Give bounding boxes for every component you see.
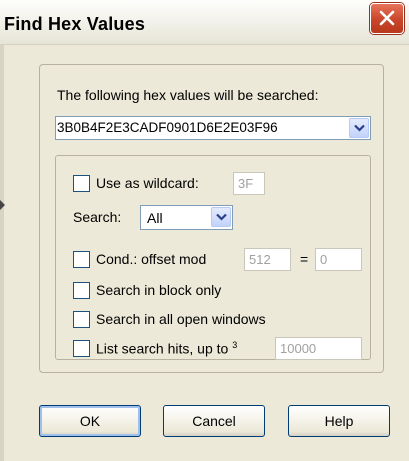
close-icon bbox=[379, 10, 395, 26]
hex-values-combobox[interactable]: 3B0B4F2E3CADF0901D6E2E03F96 bbox=[55, 116, 371, 140]
block-only-checkbox[interactable] bbox=[73, 282, 90, 299]
wildcard-checkbox[interactable] bbox=[73, 175, 90, 192]
help-button[interactable]: Help bbox=[288, 405, 390, 437]
hex-values-dropdown-button[interactable] bbox=[349, 118, 369, 138]
search-prompt-label: The following hex values will be searche… bbox=[57, 87, 319, 103]
chevron-down-icon bbox=[354, 124, 365, 132]
left-edge bbox=[0, 44, 4, 461]
wildcard-label: Use as wildcard: bbox=[96, 175, 199, 191]
close-button[interactable] bbox=[370, 3, 404, 34]
block-only-label: Search in block only bbox=[96, 282, 222, 298]
arrow-right-icon bbox=[0, 200, 5, 210]
ok-button[interactable]: OK bbox=[39, 405, 141, 437]
list-hits-superscript: 3 bbox=[232, 340, 238, 350]
wildcard-input[interactable]: 3F bbox=[233, 172, 265, 195]
hex-values-text[interactable]: 3B0B4F2E3CADF0901D6E2E03F96 bbox=[57, 120, 344, 135]
cancel-button[interactable]: Cancel bbox=[163, 405, 265, 437]
list-hits-label: List search hits, up to 3 bbox=[96, 340, 237, 357]
all-windows-checkbox[interactable] bbox=[73, 311, 90, 328]
chevron-down-icon bbox=[216, 213, 227, 221]
list-hits-limit-input[interactable]: 10000 bbox=[275, 337, 362, 360]
find-hex-values-dialog: Find Hex Values The following hex values… bbox=[0, 0, 409, 461]
offset-remainder-input[interactable]: 0 bbox=[315, 248, 362, 271]
search-mode-value: All bbox=[147, 210, 163, 226]
dialog-title: Find Hex Values bbox=[4, 14, 146, 34]
all-windows-label: Search in all open windows bbox=[96, 311, 266, 327]
cond-offset-checkbox[interactable] bbox=[73, 251, 90, 268]
list-hits-label-text: List search hits, up to bbox=[96, 340, 229, 357]
cond-offset-label: Cond.: offset mod bbox=[96, 251, 207, 267]
search-mode-label: Search: bbox=[73, 209, 122, 225]
offset-mod-input[interactable]: 512 bbox=[244, 248, 291, 271]
list-hits-checkbox[interactable] bbox=[73, 340, 90, 357]
search-mode-dropdown-button[interactable] bbox=[211, 207, 231, 227]
search-mode-select[interactable]: All bbox=[140, 205, 233, 230]
title-bar[interactable]: Find Hex Values bbox=[0, 0, 409, 45]
equals-sign: = bbox=[300, 251, 309, 267]
